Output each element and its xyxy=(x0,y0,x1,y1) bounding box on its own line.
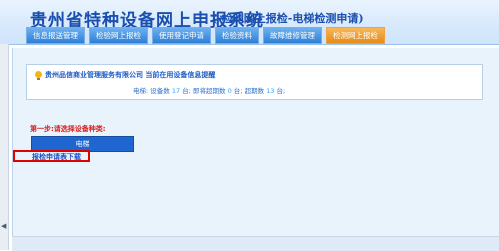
left-rail: ◀ xyxy=(0,44,9,250)
header-banner: 贵州省特种设备网上申报系统 (-检测网上报检-电梯检测申请) 信息报送管理 检验… xyxy=(0,0,499,45)
tab-fault-repair[interactable]: 故障维修管理 xyxy=(263,27,322,44)
elevator-stats: 电梯: 设备数 17 台; 即将超期数 0 台; 超期数 13 台; xyxy=(133,85,285,95)
category-label: 电梯: xyxy=(133,87,149,95)
lightbulb-icon xyxy=(35,71,42,80)
expiring-label: 即将超期数 xyxy=(193,87,226,95)
equipment-reminder-box: 贵州品信商业管理服务有限公司 当前在用设备信息提醒 电梯: 设备数 17 台; … xyxy=(26,64,483,100)
tab-inspection-online[interactable]: 检验网上报检 xyxy=(89,27,148,44)
device-count-unit: 台; xyxy=(182,87,191,95)
device-count: 17 xyxy=(171,87,181,95)
tab-info-submission[interactable]: 信息报送管理 xyxy=(26,27,85,44)
footer-bar xyxy=(12,236,499,251)
device-count-label: 设备数 xyxy=(150,87,170,95)
overdue-unit: 台; xyxy=(276,87,286,95)
collapse-arrow-icon[interactable]: ◀ xyxy=(1,222,6,230)
expiring-unit: 台; xyxy=(233,87,243,95)
app-subtitle: (-检测网上报检-电梯检测申请) xyxy=(212,12,364,25)
overdue-count: 13 xyxy=(266,87,275,95)
highlight-box xyxy=(13,150,90,162)
tab-inspection-docs[interactable]: 检验资料 xyxy=(215,27,259,44)
app-window: 贵州省特种设备网上申报系统 (-检测网上报检-电梯检测申请) 信息报送管理 检验… xyxy=(0,0,499,251)
main-nav: 信息报送管理 检验网上报检 使用登记申请 检验资料 故障维修管理 检测网上报检 xyxy=(26,27,385,44)
company-reminder-text: 贵州品信商业管理服务有限公司 当前在用设备信息提醒 xyxy=(45,71,216,79)
overdue-label: 超期数 xyxy=(244,87,265,95)
expiring-count: 0 xyxy=(227,87,232,95)
tab-usage-registration[interactable]: 使用登记申请 xyxy=(152,27,211,44)
tab-testing-online[interactable]: 检测网上报检 xyxy=(326,27,385,44)
step-one-prompt: 第一步:请选择设备种类: xyxy=(30,125,106,133)
